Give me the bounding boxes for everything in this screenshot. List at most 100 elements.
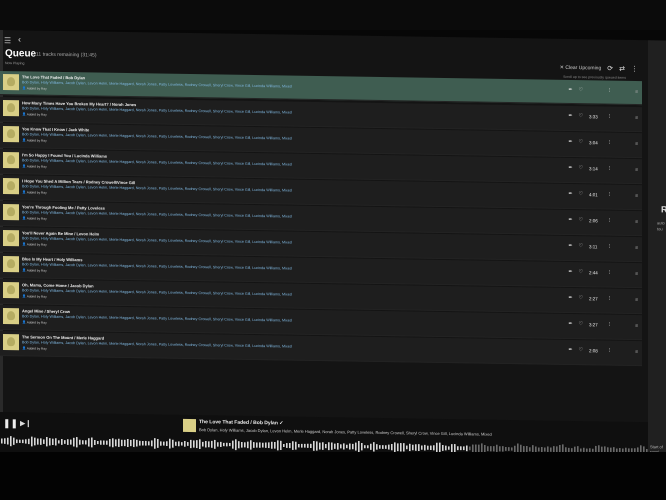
track-artists[interactable]: Bob Dylan, Holy Williams, Jacob Dylan, L… [22, 262, 292, 270]
track-artists[interactable]: Bob Dylan, Holy Williams, Jacob Dylan, L… [22, 184, 292, 192]
drag-handle-icon[interactable]: ≡ [635, 323, 638, 329]
track-artists[interactable]: Bob Dylan, Holy Williams, Jacob Dylan, L… [22, 314, 292, 322]
menu-icon[interactable]: ☰ [4, 36, 11, 45]
drag-handle-icon[interactable]: ≡ [635, 167, 638, 173]
waveform-bar [511, 447, 513, 451]
skip-next-icon[interactable]: ▶❙ [20, 419, 31, 427]
drag-handle-icon[interactable]: ≡ [635, 271, 638, 277]
waveform-bar [322, 442, 324, 450]
more-icon[interactable]: ⋮ [607, 192, 612, 198]
waveform-bar [196, 440, 198, 449]
heart-icon[interactable]: ♡ [579, 321, 583, 327]
track-duration: 2:06 [589, 217, 598, 223]
header-actions: ✕ Clear Upcoming ⟳ ⇄ ⋮ [560, 64, 638, 73]
waveform-bar [172, 439, 174, 448]
pin-icon[interactable]: ✒ [568, 217, 572, 223]
waveform-bar [271, 441, 273, 449]
waveform-bar [181, 442, 183, 446]
pin-icon[interactable]: ✒ [568, 87, 572, 93]
clear-upcoming-button[interactable]: ✕ Clear Upcoming [560, 65, 601, 72]
heart-icon[interactable]: ♡ [579, 139, 583, 145]
waveform-bar [226, 442, 228, 447]
drag-handle-icon[interactable]: ≡ [635, 297, 638, 303]
more-icon[interactable]: ⋮ [607, 296, 612, 302]
drag-handle-icon[interactable]: ≡ [635, 245, 638, 251]
more-icon[interactable]: ⋮ [607, 114, 612, 120]
row-controls: ✒ ♡ 3:33 ⋮ [568, 113, 612, 120]
track-artists[interactable]: Bob Dylan, Holy Williams, Jacob Dylan, L… [22, 80, 292, 88]
waveform-bar [214, 439, 216, 449]
waveform-bar [250, 440, 252, 450]
waveform-bar [127, 439, 129, 447]
track-artists[interactable]: Bob Dylan, Holy Williams, Jacob Dylan, L… [22, 236, 292, 244]
more-icon[interactable]: ⋮ [607, 140, 612, 146]
waveform-bar [424, 444, 426, 451]
pin-icon[interactable]: ✒ [568, 243, 572, 249]
waveform-bar [70, 439, 72, 445]
waveform-bar [85, 440, 87, 445]
pin-icon[interactable]: ✒ [568, 113, 572, 119]
track-artists[interactable]: Bob Dylan, Holy Williams, Jacob Dylan, L… [22, 158, 292, 166]
more-icon[interactable]: ⋮ [607, 348, 612, 354]
drag-handle-icon[interactable]: ≡ [635, 141, 638, 147]
heart-icon[interactable]: ♡ [579, 165, 583, 171]
heart-icon[interactable]: ♡ [579, 87, 583, 93]
drag-handle-icon[interactable]: ≡ [635, 89, 638, 95]
waveform-bar [448, 446, 450, 450]
pin-icon[interactable]: ✒ [568, 191, 572, 197]
shuffle-icon[interactable]: ⇄ [619, 65, 625, 73]
waveform-bar [499, 446, 501, 452]
more-icon[interactable]: ⋮ [607, 270, 612, 276]
more-icon[interactable]: ⋮ [607, 218, 612, 224]
waveform-bar [259, 442, 261, 448]
heart-icon[interactable]: ♡ [579, 191, 583, 197]
more-icon[interactable]: ⋮ [607, 244, 612, 250]
waveform-bar [46, 437, 48, 447]
more-icon[interactable]: ⋮ [607, 322, 612, 328]
waveform-bar [145, 440, 147, 446]
track-artists[interactable]: Bob Dylan, Holy Williams, Jacob Dylan, L… [22, 340, 292, 348]
pin-icon[interactable]: ✒ [568, 165, 572, 171]
waveform-bar [112, 438, 114, 448]
track-duration: 3:11 [589, 243, 598, 249]
drag-handle-icon[interactable]: ≡ [635, 115, 638, 121]
pin-icon[interactable]: ✒ [568, 269, 572, 275]
monitor-bezel-bottom [0, 452, 666, 500]
waveform-bar [289, 443, 291, 449]
heart-icon[interactable]: ♡ [579, 217, 583, 223]
drag-handle-icon[interactable]: ≡ [635, 193, 638, 199]
pin-icon[interactable]: ✒ [568, 347, 572, 353]
heart-icon[interactable]: ♡ [579, 113, 583, 119]
heart-icon[interactable]: ♡ [579, 243, 583, 249]
heart-icon[interactable]: ♡ [579, 295, 583, 301]
track-artists[interactable]: Bob Dylan, Holy Williams, Jacob Dylan, L… [22, 210, 292, 218]
player-track-artists: Bob Dylan, Holy Williams, Jacob Dylan, L… [199, 427, 492, 437]
drag-handle-icon[interactable]: ≡ [635, 219, 638, 225]
pin-icon[interactable]: ✒ [568, 321, 572, 327]
track-artists[interactable]: Bob Dylan, Holy Williams, Jacob Dylan, L… [22, 132, 292, 140]
pause-icon[interactable]: ❚❚ [3, 418, 18, 429]
pin-icon[interactable]: ✒ [568, 139, 572, 145]
back-icon[interactable]: ‹ [18, 34, 21, 44]
waveform-bar [325, 444, 327, 449]
heart-icon[interactable]: ♡ [579, 347, 583, 353]
drag-handle-icon[interactable]: ≡ [635, 349, 638, 355]
added-by: 👤 Added by Ray [22, 190, 47, 195]
more-icon[interactable]: ⋮ [607, 88, 612, 94]
added-by-label: Added by Ray [26, 294, 47, 299]
waveform-bar [130, 439, 132, 447]
waveform-bar [154, 438, 156, 449]
track-artists[interactable]: Bob Dylan, Holy Williams, Jacob Dylan, L… [22, 106, 292, 114]
pin-icon[interactable]: ✒ [568, 295, 572, 301]
waveform-bar [232, 440, 234, 449]
heart-icon[interactable]: ♡ [579, 269, 583, 275]
repeat-icon[interactable]: ⟳ [607, 65, 613, 73]
waveform-bar [175, 441, 177, 446]
waveform-bar [493, 446, 495, 452]
track-artists[interactable]: Bob Dylan, Holy Williams, Jacob Dylan, L… [22, 288, 292, 296]
more-icon[interactable]: ⋮ [631, 65, 638, 73]
track-duration: 3:27 [589, 321, 598, 327]
waveform-bar [544, 447, 546, 452]
more-icon[interactable]: ⋮ [607, 166, 612, 172]
added-by: 👤 Added by Ray [22, 164, 47, 169]
